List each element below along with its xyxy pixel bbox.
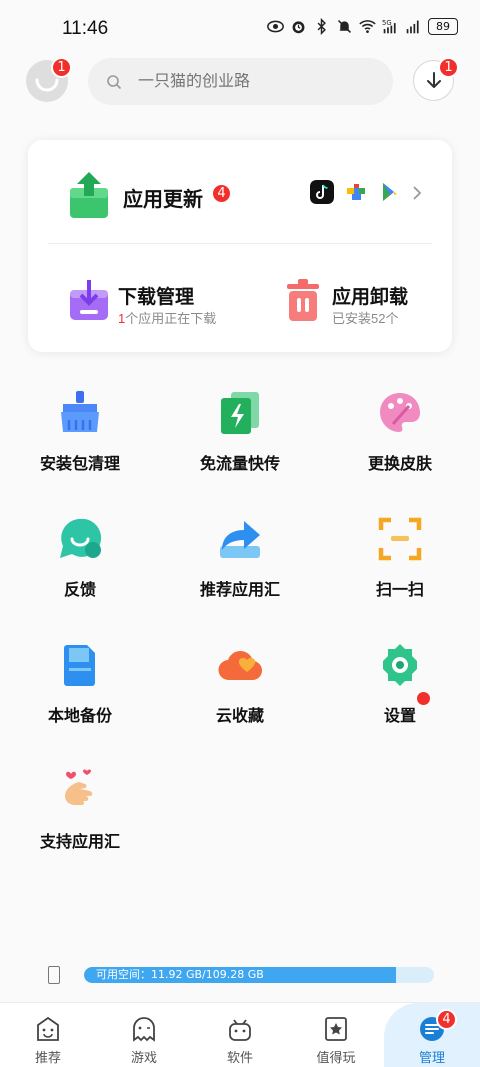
signal-icon <box>406 20 419 34</box>
tab-games[interactable]: 游戏 <box>96 1003 192 1067</box>
search-icon <box>107 74 122 89</box>
play-services-app-icon <box>347 184 365 200</box>
download-manager-label: 下载管理 <box>118 287 195 308</box>
grid-item-change-skin[interactable]: 更换皮肤 <box>330 390 470 490</box>
app-update-label: 应用更新 <box>123 189 203 211</box>
storage-indicator: 可用空间：11.92 GB/109.28 GB <box>44 964 436 986</box>
tab-label: 管理 <box>418 1050 445 1065</box>
star-bookmark-icon <box>325 1017 347 1041</box>
broom-icon <box>61 391 99 432</box>
grid-item-support-app[interactable]: 支持应用汇 <box>10 768 150 868</box>
bottom-nav: 推荐 游戏 软件 值得玩 4 管理 <box>0 1002 480 1067</box>
grid-label: 设置 <box>383 708 416 725</box>
installed-count: 已安装52个 <box>332 311 399 326</box>
grid-label: 支持应用汇 <box>39 834 120 851</box>
grid-label: 推荐应用汇 <box>199 582 280 599</box>
grid-item-free-transfer[interactable]: 免流量快传 <box>170 390 310 490</box>
status-time: 11:46 <box>62 18 109 39</box>
feedback-icon <box>60 518 102 558</box>
svg-text:5G: 5G <box>382 19 392 27</box>
grid-label: 免流量快传 <box>199 456 280 473</box>
grid-item-feedback[interactable]: 反馈 <box>10 516 150 616</box>
uninstall-label: 应用卸载 <box>332 287 409 308</box>
search-bar[interactable] <box>88 58 393 105</box>
app-update-icon <box>70 172 108 218</box>
eye-icon <box>267 20 284 33</box>
chevron-right-icon <box>413 186 422 200</box>
share-icon <box>220 521 260 558</box>
grid-label: 扫一扫 <box>375 582 424 599</box>
status-icons: 5G 89 <box>267 18 458 35</box>
grid-item-package-cleanup[interactable]: 安装包清理 <box>10 390 150 490</box>
grid-label: 更换皮肤 <box>367 456 432 473</box>
tab-manage[interactable]: 4 管理 <box>384 1003 480 1067</box>
status-bar: 11:46 5G 89 <box>0 0 480 58</box>
grid-item-scan[interactable]: 扫一扫 <box>330 516 470 616</box>
grid-item-settings[interactable]: 设置 <box>330 642 470 742</box>
wifi-icon <box>359 20 376 33</box>
tab-label: 游戏 <box>130 1050 157 1065</box>
alarm-icon <box>292 21 305 34</box>
recommend-icon <box>37 1016 59 1041</box>
tab-label: 推荐 <box>34 1050 61 1065</box>
game-ghost-icon <box>133 1017 155 1042</box>
grid-label: 云收藏 <box>215 708 264 725</box>
grid-item-recommend-app[interactable]: 推荐应用汇 <box>170 516 310 616</box>
avatar-badge: 1 <box>51 57 72 78</box>
scan-icon <box>378 517 422 561</box>
tab-software[interactable]: 软件 <box>192 1003 288 1067</box>
transfer-icon <box>221 392 259 434</box>
tab-label: 软件 <box>226 1050 253 1065</box>
android-icon <box>229 1019 251 1041</box>
grid-label: 本地备份 <box>47 708 112 725</box>
play-store-app-icon <box>383 183 397 201</box>
finger-heart-icon <box>65 769 93 805</box>
battery-indicator: 89 <box>428 18 458 35</box>
download-manager-status: 1个应用正在下载 <box>118 308 216 327</box>
tiktok-app-icon <box>310 180 334 204</box>
storage-bar: 可用空间：11.92 GB/109.28 GB <box>84 967 434 983</box>
gear-icon <box>383 644 417 686</box>
app-management-card: 应用更新 4 下载管理 1个应用正在下载 应用卸载 已安装52个 <box>28 140 452 352</box>
grid-label: 安装包清理 <box>39 456 120 473</box>
app-update-badge: 4 <box>211 183 232 204</box>
mute-icon <box>338 20 351 33</box>
app-update-row[interactable]: 应用更新 4 <box>28 140 452 243</box>
sdcard-icon <box>64 645 95 686</box>
grid-item-cloud-favorites[interactable]: 云收藏 <box>170 642 310 742</box>
grid-label: 反馈 <box>63 582 96 599</box>
tab-worth-playing[interactable]: 值得玩 <box>288 1003 384 1067</box>
palette-icon <box>380 393 420 432</box>
downloading-text: 个应用正在下载 <box>125 311 217 326</box>
settings-red-dot <box>417 692 430 705</box>
storage-text: 可用空间：11.92 GB/109.28 GB <box>96 968 264 981</box>
tab-label: 值得玩 <box>316 1050 356 1065</box>
trash-icon <box>287 279 319 321</box>
cloud-heart-icon <box>218 651 263 681</box>
search-input[interactable] <box>138 72 358 91</box>
signal-5g-icon: 5G <box>382 19 396 34</box>
grid-item-local-backup[interactable]: 本地备份 <box>10 642 150 742</box>
download-manager-icon <box>70 280 108 320</box>
bluetooth-icon <box>317 18 326 35</box>
phone-storage-icon <box>48 966 60 984</box>
download-badge: 1 <box>438 57 459 78</box>
manage-badge: 4 <box>436 1009 457 1030</box>
update-app-icons <box>310 180 402 204</box>
tab-recommend[interactable]: 推荐 <box>0 1003 96 1067</box>
